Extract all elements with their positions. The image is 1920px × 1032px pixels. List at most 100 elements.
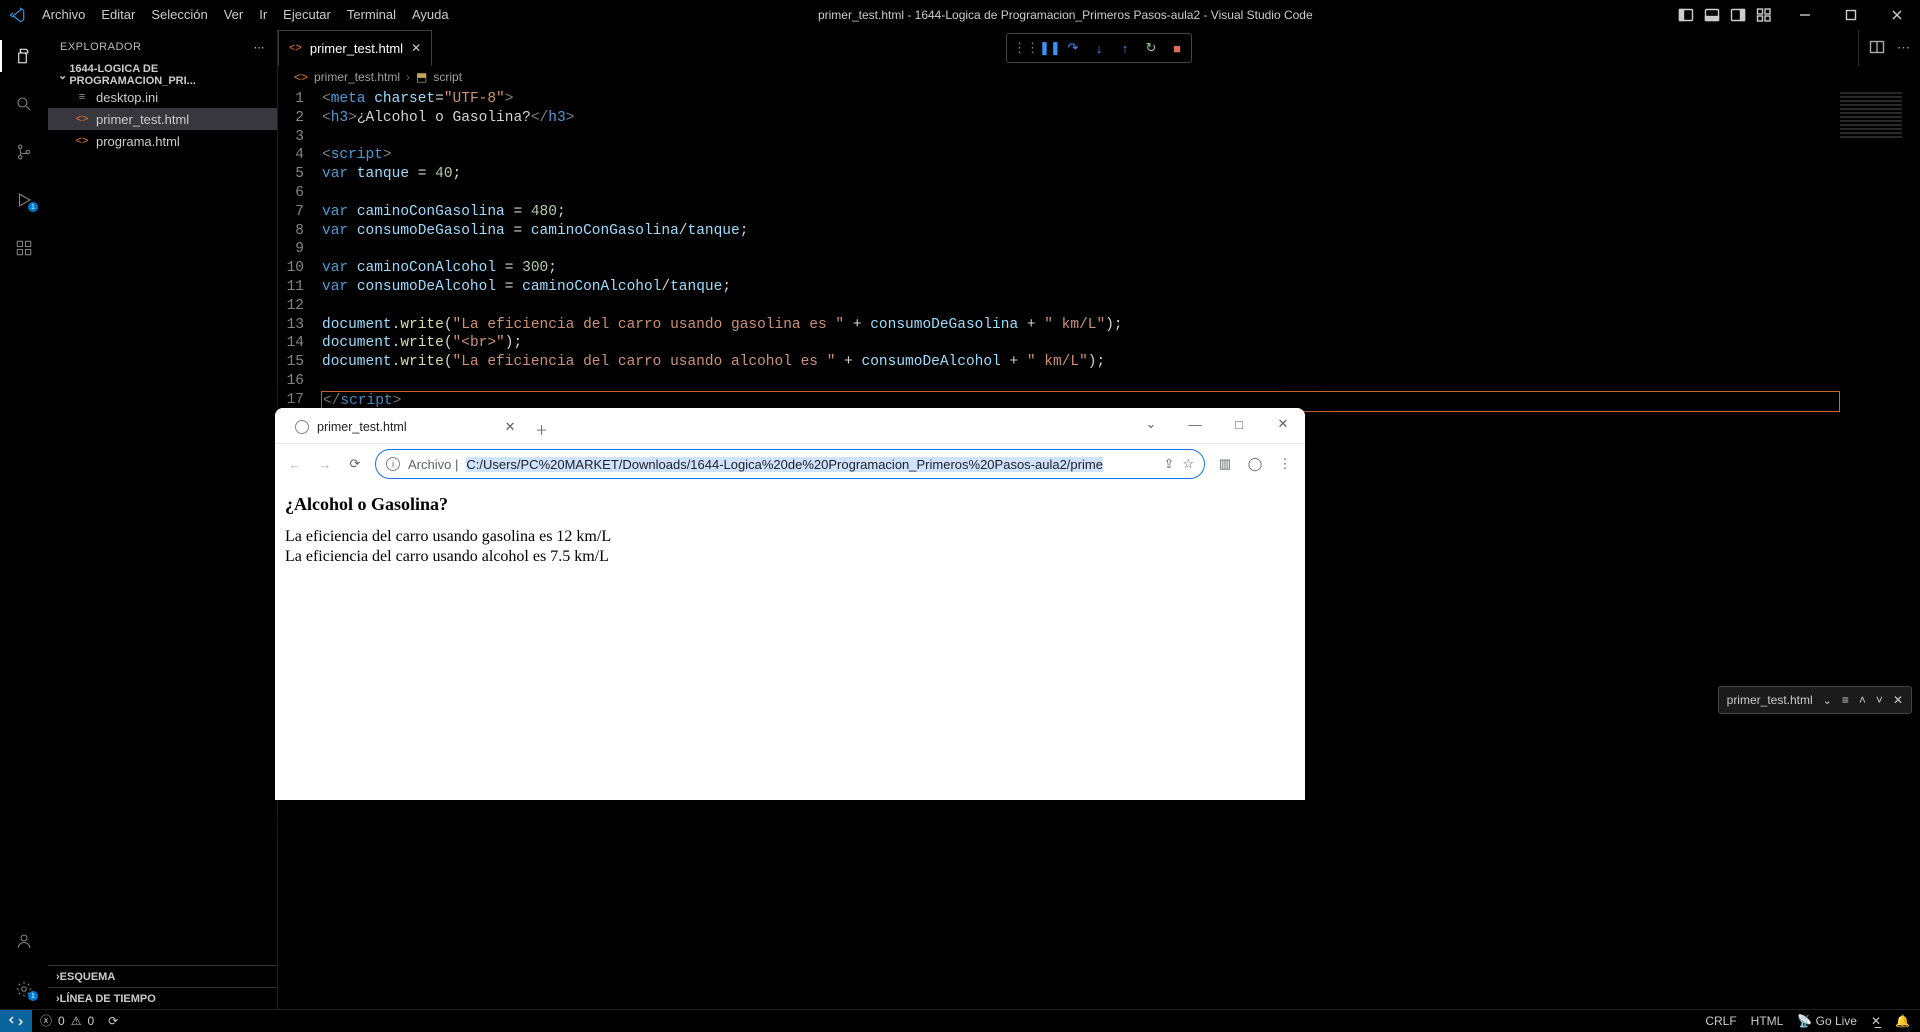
- activity-run-debug-icon[interactable]: 1: [0, 180, 48, 220]
- address-url[interactable]: C:/Users/PC%20MARKET/Downloads/1644-Logi…: [466, 457, 1155, 472]
- debug-stop-icon[interactable]: ■: [1169, 41, 1185, 56]
- bookmark-icon[interactable]: ☆: [1182, 456, 1194, 472]
- activity-accounts-icon[interactable]: [0, 921, 48, 961]
- maximize-icon[interactable]: [1828, 0, 1874, 30]
- minimize-icon[interactable]: [1782, 0, 1828, 30]
- minimap[interactable]: [1836, 90, 1906, 230]
- chevron-down-icon[interactable]: ⌄: [1823, 694, 1832, 707]
- menu-ayuda[interactable]: Ayuda: [404, 0, 457, 30]
- drag-handle-icon[interactable]: ⋮⋮: [1013, 40, 1029, 56]
- file-ini-icon: ≡: [74, 91, 90, 103]
- browser-new-tab-icon[interactable]: ＋: [528, 415, 556, 443]
- browser-tab[interactable]: primer_test.html ✕: [283, 411, 528, 443]
- browser-menu-icon[interactable]: ⋮: [1275, 456, 1295, 472]
- titlebar: Archivo Editar Selección Ver Ir Ejecutar…: [0, 0, 1920, 30]
- breadcrumb[interactable]: <> primer_test.html › ⬒ script: [278, 66, 1920, 88]
- debug-step-over-icon[interactable]: ↷: [1065, 40, 1081, 56]
- address-bar[interactable]: i Archivo | C:/Users/PC%20MARKET/Downloa…: [375, 449, 1205, 479]
- browser-reload-icon[interactable]: ⟳: [345, 456, 365, 472]
- split-editor-icon[interactable]: [1869, 39, 1885, 58]
- sidepanel-icon[interactable]: ▥: [1215, 456, 1235, 472]
- file-html-icon: <>: [74, 113, 90, 125]
- status-debug-icon[interactable]: ⟳: [108, 1014, 118, 1028]
- chevron-down-icon: ⌄: [56, 69, 69, 82]
- breadcrumb-file[interactable]: primer_test.html: [314, 70, 400, 84]
- file-list: ≡ desktop.ini <> primer_test.html <> pro…: [48, 86, 277, 965]
- tab-primer-test[interactable]: <> primer_test.html ✕: [278, 30, 432, 66]
- editor-more-icon[interactable]: ⋯: [1897, 40, 1910, 56]
- toggle-primary-sidebar-icon[interactable]: [1674, 3, 1698, 27]
- status-language[interactable]: HTML: [1751, 1014, 1784, 1028]
- activity-extensions-icon[interactable]: [0, 228, 48, 268]
- status-bell-icon[interactable]: 🔔: [1895, 1014, 1910, 1028]
- code-content[interactable]: <meta charset="UTF-8"><h3>¿Alcohol o Gas…: [322, 88, 1840, 412]
- address-prefix: Archivo |: [408, 457, 458, 472]
- browser-minimize-icon[interactable]: —: [1173, 408, 1217, 440]
- debug-toolbar[interactable]: ⋮⋮ ❚❚ ↷ ↓ ↑ ↻ ■: [1006, 33, 1192, 63]
- sidebar-folder[interactable]: ⌄ 1644-LOGICA DE PROGRAMACION_PRI...: [48, 64, 277, 86]
- warning-icon: ⚠: [71, 1014, 82, 1028]
- toggle-panel-icon[interactable]: [1700, 3, 1724, 27]
- activity-source-control-icon[interactable]: [0, 132, 48, 172]
- browser-close-icon[interactable]: ✕: [1261, 408, 1305, 440]
- debug-step-into-icon[interactable]: ↓: [1091, 41, 1107, 56]
- breadcrumb-node[interactable]: script: [433, 70, 462, 84]
- browser-maximize-icon[interactable]: □: [1217, 408, 1261, 440]
- browser-tabsearch-icon[interactable]: ⌄: [1129, 408, 1173, 440]
- sidebar-section-linea-tiempo[interactable]: › LÍNEA DE TIEMPO: [48, 987, 277, 1009]
- file-item-primer-test[interactable]: <> primer_test.html: [48, 108, 277, 130]
- menubar: Archivo Editar Selección Ver Ir Ejecutar…: [34, 0, 457, 30]
- file-html-icon: <>: [289, 42, 302, 54]
- search-result-overlay[interactable]: primer_test.html ⌄ ≡ ˄ ˅ ✕: [1718, 686, 1912, 714]
- browser-forward-icon[interactable]: →: [315, 457, 335, 472]
- menu-ejecutar[interactable]: Ejecutar: [275, 0, 339, 30]
- activity-explorer-icon[interactable]: [0, 36, 48, 76]
- close-icon[interactable]: ✕: [1893, 693, 1903, 707]
- file-item-desktop-ini[interactable]: ≡ desktop.ini: [48, 86, 277, 108]
- collapse-up-icon[interactable]: ˄: [1859, 693, 1866, 707]
- editor-tabs: <> primer_test.html ✕ ⋮⋮ ❚❚ ↷ ↓ ↑ ↻ ■ ⋯: [278, 30, 1920, 66]
- list-icon[interactable]: ≡: [1842, 693, 1849, 707]
- customize-layout-icon[interactable]: [1752, 3, 1776, 27]
- layout-toggles: [1674, 3, 1776, 27]
- menu-seleccion[interactable]: Selección: [143, 0, 215, 30]
- file-label: desktop.ini: [96, 90, 158, 105]
- status-remote-icon[interactable]: [0, 1010, 32, 1032]
- file-item-programa[interactable]: <> programa.html: [48, 130, 277, 152]
- browser-tab-label: primer_test.html: [317, 420, 407, 434]
- menu-archivo[interactable]: Archivo: [34, 0, 93, 30]
- sidebar-more-icon[interactable]: ⋯: [254, 41, 266, 54]
- browser-viewport: ¿Alcohol o Gasolina? La eficiencia del c…: [275, 484, 1305, 800]
- sidebar-section-esquema[interactable]: › ESQUEMA: [48, 965, 277, 987]
- window-title: primer_test.html - 1644-Logica de Progra…: [457, 8, 1674, 22]
- page-line-2: La eficiencia del carro usando alcohol e…: [285, 547, 1295, 567]
- site-info-icon[interactable]: i: [386, 457, 400, 471]
- activity-settings-icon[interactable]: 1: [0, 969, 48, 1009]
- browser-window: primer_test.html ✕ ＋ ⌄ — □ ✕ ← → ⟳ i Arc…: [275, 408, 1305, 800]
- menu-ir[interactable]: Ir: [251, 0, 275, 30]
- status-eol[interactable]: CRLF: [1705, 1014, 1736, 1028]
- debug-pause-icon[interactable]: ❚❚: [1039, 40, 1055, 56]
- profile-icon[interactable]: ◯: [1245, 456, 1265, 472]
- browser-back-icon[interactable]: ←: [285, 457, 305, 472]
- browser-tab-close-icon[interactable]: ✕: [505, 419, 516, 435]
- menu-terminal[interactable]: Terminal: [339, 0, 404, 30]
- expand-down-icon[interactable]: ˅: [1876, 693, 1883, 707]
- favicon-icon: [295, 420, 309, 434]
- toggle-secondary-sidebar-icon[interactable]: [1726, 3, 1750, 27]
- close-icon[interactable]: [1874, 0, 1920, 30]
- debug-badge: 1: [28, 202, 38, 212]
- tab-close-icon[interactable]: ✕: [411, 41, 421, 55]
- activity-bar: 1 1: [0, 30, 48, 1009]
- menu-ver[interactable]: Ver: [216, 0, 252, 30]
- activity-search-icon[interactable]: [0, 84, 48, 124]
- debug-restart-icon[interactable]: ↻: [1143, 40, 1159, 56]
- debug-step-out-icon[interactable]: ↑: [1117, 41, 1133, 56]
- status-problems[interactable]: ⓧ0 ⚠0: [40, 1012, 94, 1029]
- sidebar-folder-name: 1644-LOGICA DE PROGRAMACION_PRI...: [69, 63, 277, 87]
- sidebar-explorer: EXPLORADOR ⋯ ⌄ 1644-LOGICA DE PROGRAMACI…: [48, 30, 278, 1009]
- status-prettier-icon[interactable]: ✕̲: [1871, 1014, 1881, 1028]
- menu-editar[interactable]: Editar: [93, 0, 143, 30]
- status-golive[interactable]: 📡 Go Live: [1797, 1014, 1857, 1028]
- share-icon[interactable]: ⇪: [1163, 456, 1174, 472]
